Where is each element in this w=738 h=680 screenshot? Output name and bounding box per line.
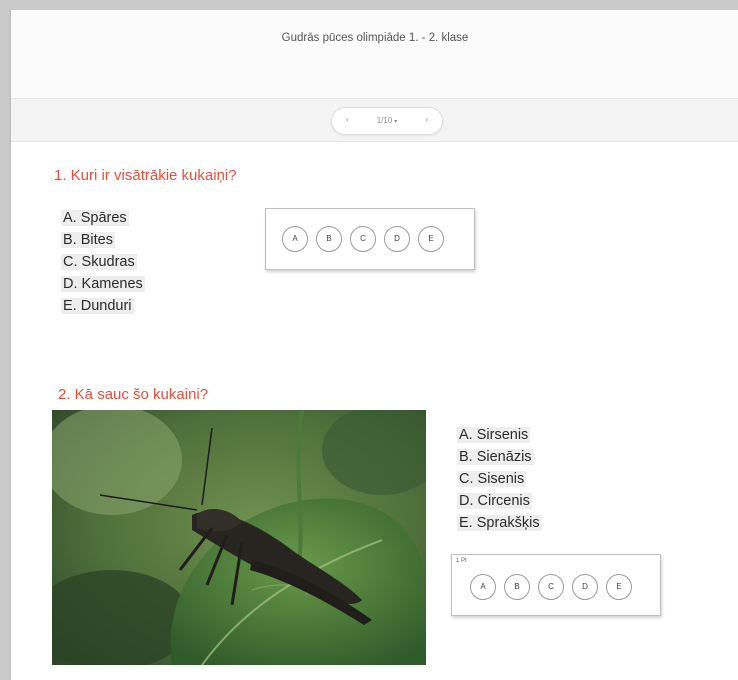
answer-bubble-b[interactable]: B <box>504 574 530 600</box>
option-d: D. Kamenes <box>61 276 145 292</box>
question-1-answer-box: A B C D E <box>265 208 475 270</box>
dropdown-caret-icon: ▾ <box>394 119 398 125</box>
grasshopper-photo <box>52 410 426 665</box>
option-a: A. Spāres <box>61 210 129 226</box>
answer-bubble-e[interactable]: E <box>606 574 632 600</box>
option-e: E. Dunduri <box>61 298 134 314</box>
header-bar: Gudrās pūces olimpiāde 1. - 2. klase <box>11 10 738 98</box>
answer-bubble-a[interactable]: A <box>470 574 496 600</box>
answer-bubble-c[interactable]: C <box>538 574 564 600</box>
page-counter-text: 1/10 <box>376 116 393 125</box>
answer-bubble-d[interactable]: D <box>384 226 410 252</box>
insect-photo-illustration <box>52 410 426 665</box>
navigation-bar: ‹ 1/10 ▾ › <box>11 98 738 142</box>
answer-bubble-e[interactable]: E <box>418 226 444 252</box>
option-c: C. Sisenis <box>457 471 527 487</box>
option-d: D. Circenis <box>457 493 532 509</box>
answer-bubble-d[interactable]: D <box>572 574 598 600</box>
answer-bubble-c[interactable]: C <box>350 226 376 252</box>
option-b: B. Bites <box>61 232 115 248</box>
answer-bubble-b[interactable]: B <box>316 226 342 252</box>
page-title: Gudrās pūces olimpiāde 1. - 2. klase <box>281 32 469 44</box>
question-1-title: 1. Kuri ir visātrākie kukaiņi? <box>54 167 237 184</box>
points-label: 1 Pt <box>456 558 467 564</box>
question-2-title: 2. Kā sauc šo kukaini? <box>58 386 209 403</box>
question-1-options: A. Spāres B. Bites C. Skudras D. Kamenes… <box>61 207 145 317</box>
question-2-answer-box: 1 Pt A B C D E <box>451 554 661 616</box>
option-e: E. Sprakšķis <box>457 515 542 531</box>
answer-bubble-a[interactable]: A <box>282 226 308 252</box>
page-navigator: ‹ 1/10 ▾ › <box>331 107 443 135</box>
option-b: B. Sienāzis <box>457 449 534 465</box>
worksheet-page: Gudrās pūces olimpiāde 1. - 2. klase ‹ 1… <box>10 10 738 680</box>
question-2-options: A. Sirsenis B. Sienāzis C. Sisenis D. Ci… <box>457 424 542 534</box>
option-a: A. Sirsenis <box>457 427 531 443</box>
option-c: C. Skudras <box>61 254 137 270</box>
next-page-button[interactable]: › <box>425 115 428 124</box>
